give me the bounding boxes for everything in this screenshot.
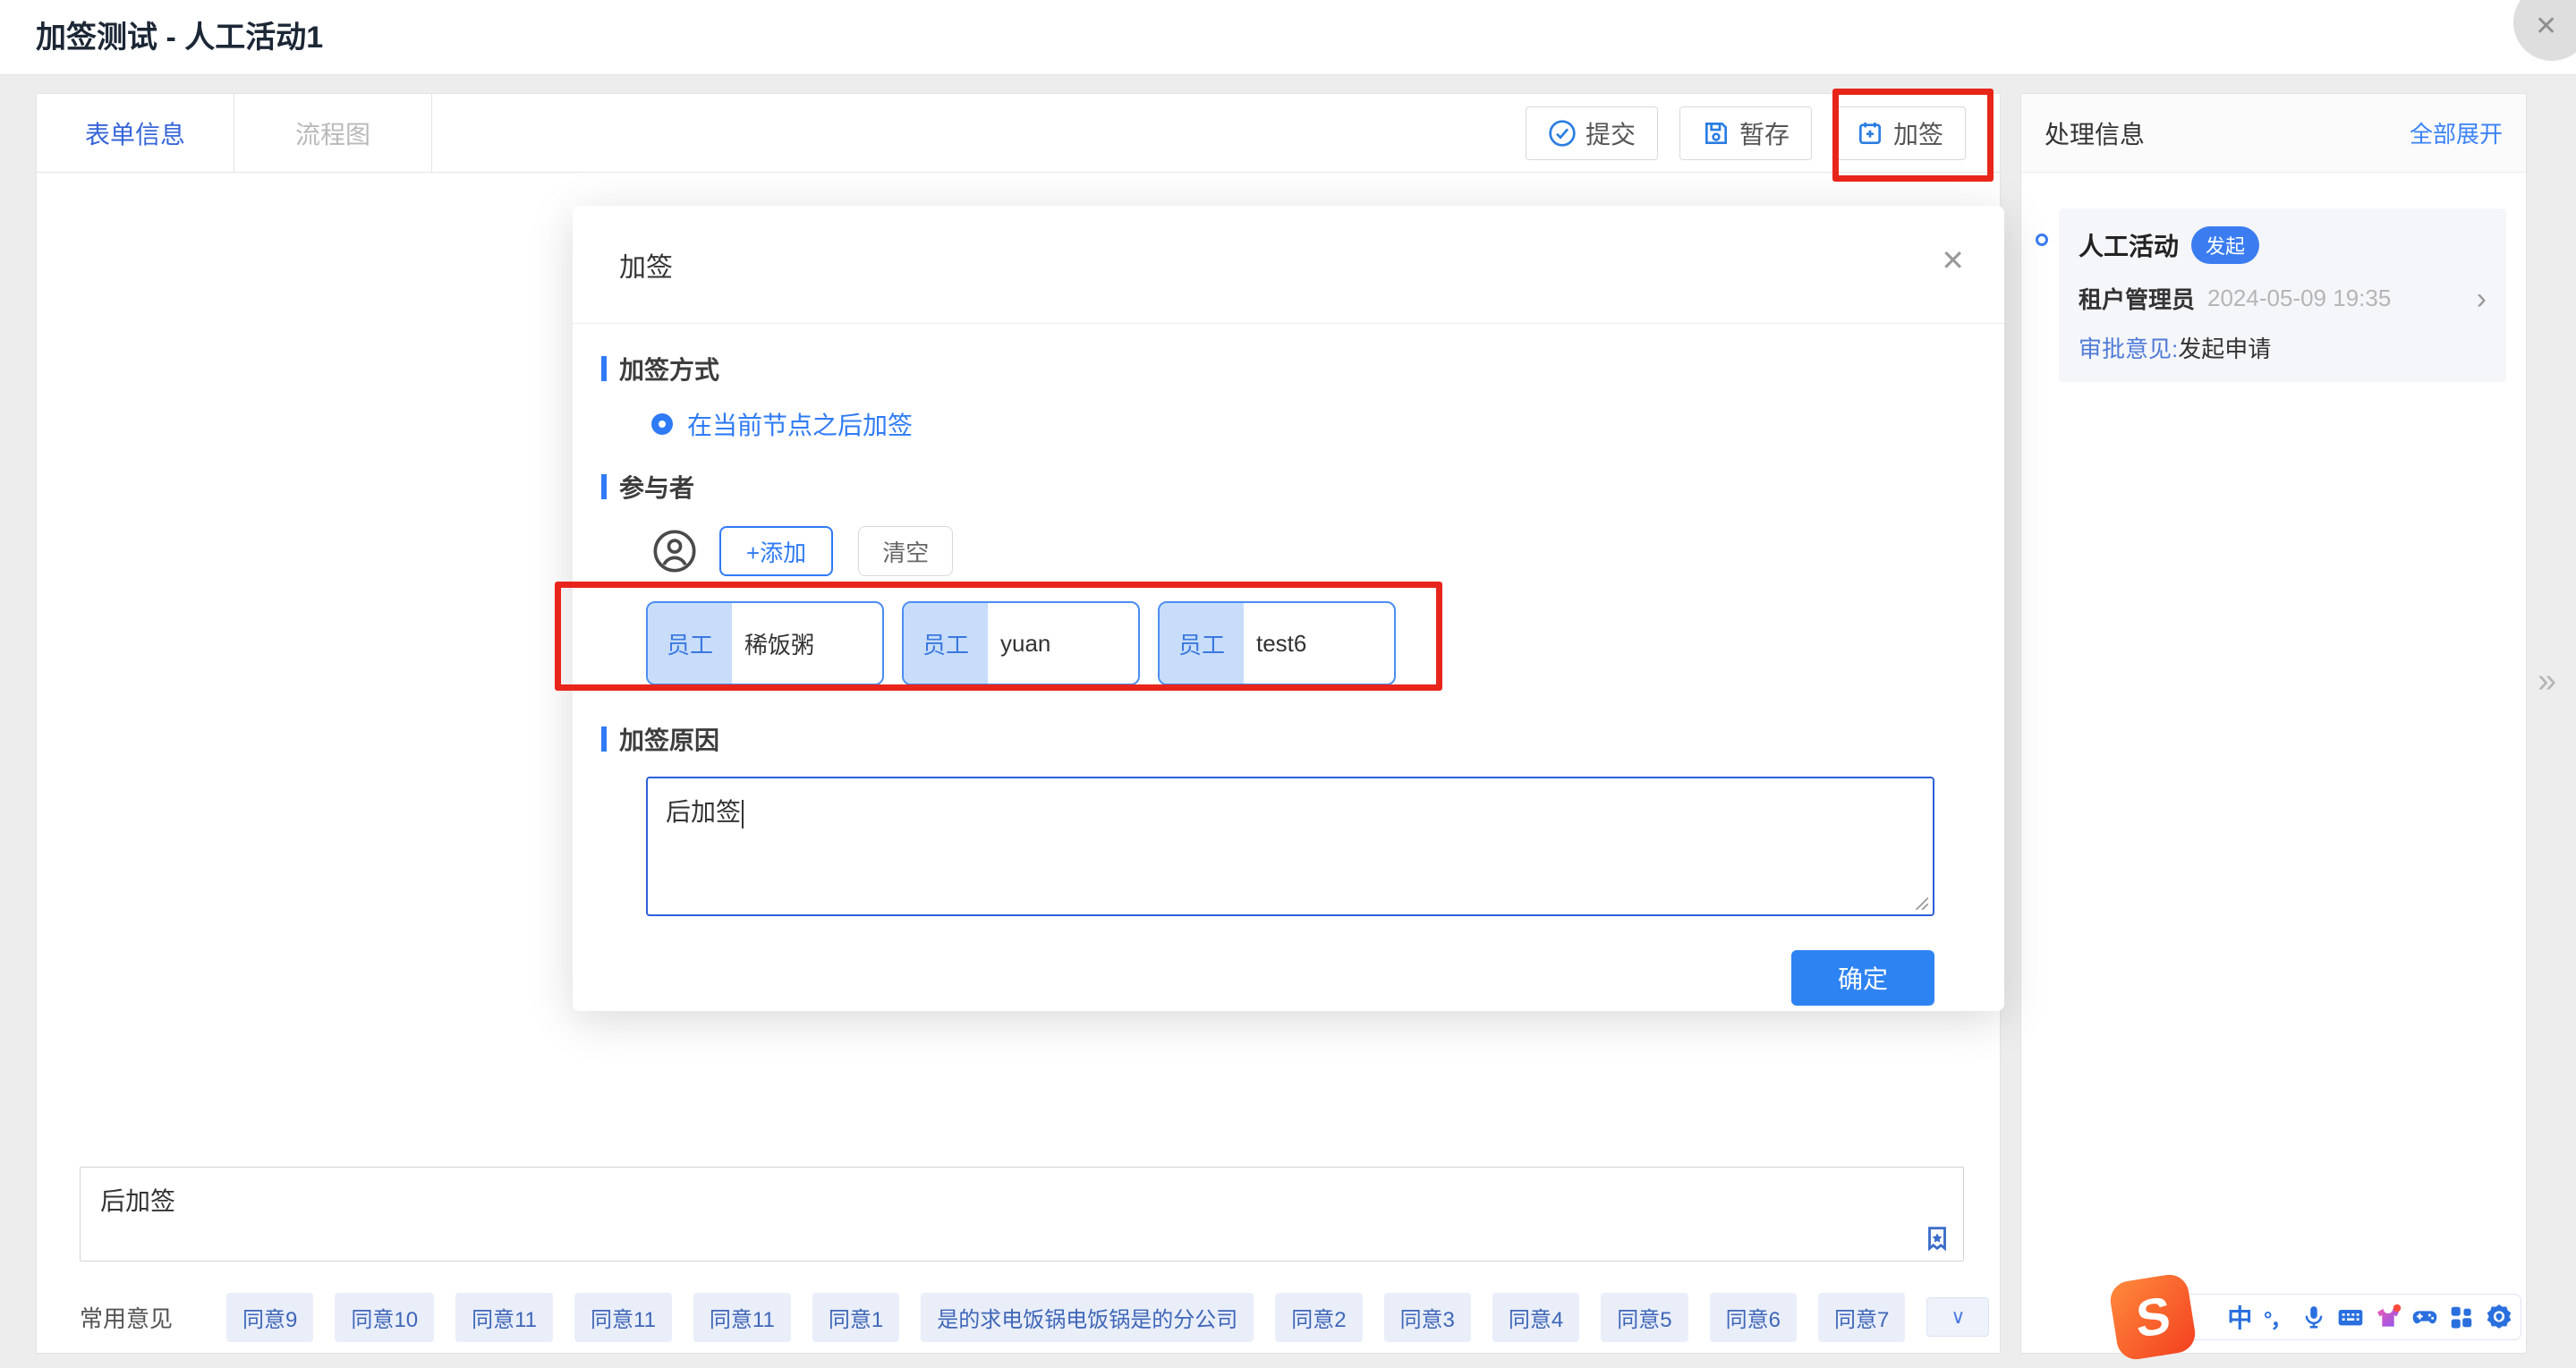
opinion-chip[interactable]: 同意10 [335, 1293, 434, 1342]
ime-toolbar: 中 °， [2165, 1294, 2521, 1340]
participant-chip[interactable]: 员工 test6 [1158, 601, 1396, 685]
timeline-card[interactable]: 人工活动 发起 租户管理员 2024-05-09 19:35 › 审批意见:发起… [2059, 208, 2506, 382]
check-circle-icon [1548, 119, 1577, 148]
opinion-chip[interactable]: 同意5 [1601, 1293, 1688, 1342]
window-titlebar: 加签测试 - 人工活动1 [0, 0, 2576, 75]
confirm-button[interactable]: 确定 [1791, 950, 1934, 1006]
save-icon [1702, 119, 1730, 148]
submit-button[interactable]: 提交 [1526, 106, 1658, 160]
chevron-right-icon[interactable]: › [2477, 287, 2487, 310]
timeline-item: 人工活动 发起 租户管理员 2024-05-09 19:35 › 审批意见:发起… [2036, 208, 2506, 382]
dialog-close-icon[interactable]: ✕ [1941, 243, 1965, 277]
opinion-chip[interactable]: 同意2 [1275, 1293, 1362, 1342]
timeline-user: 租户管理员 [2079, 282, 2195, 315]
chevron-down-icon: ∨ [1951, 1305, 1965, 1328]
add-participant-button[interactable]: +添加 [719, 526, 833, 576]
favorite-comments-icon[interactable] [1922, 1223, 1952, 1253]
section-bar [601, 726, 607, 752]
section-bar [601, 356, 607, 381]
toolbox-icon[interactable] [2484, 1302, 2514, 1332]
dialog-title: 加签 [619, 245, 673, 285]
reason-textarea[interactable]: 后加签 [646, 777, 1934, 916]
participant-chip[interactable]: 员工 yuan [902, 601, 1140, 685]
timeline-node-name: 人工活动 [2079, 227, 2179, 263]
chinese-mode-icon[interactable]: 中 [2224, 1302, 2255, 1332]
tab-form-info[interactable]: 表单信息 [37, 94, 234, 172]
process-info-title: 处理信息 [2045, 115, 2145, 151]
panel-collapse-icon[interactable]: » [2538, 662, 2556, 701]
close-icon: ✕ [2535, 11, 2557, 42]
tab-flow-chart[interactable]: 流程图 [234, 94, 432, 172]
process-info-header: 处理信息 全部展开 [2021, 94, 2526, 173]
reason-section-title: 加签原因 [619, 721, 719, 757]
skin-icon[interactable] [2373, 1302, 2403, 1332]
participant-chips: 员工 稀饭粥 员工 yuan 员工 test6 [646, 601, 1965, 685]
method-radio-option[interactable]: 在当前节点之后加签 [651, 406, 1965, 442]
method-section-title: 加签方式 [619, 351, 719, 387]
common-opinions-chips: 同意9 同意10 同意11 同意11 同意11 同意1 是的求电饭锅电饭锅是的分… [226, 1293, 1989, 1342]
clear-participants-button[interactable]: 清空 [858, 526, 953, 576]
common-opinions-label: 常用意见 [80, 1301, 173, 1334]
form-panel-header: 表单信息 流程图 提交 暂存 加签 [37, 94, 2000, 173]
status-badge: 发起 [2191, 226, 2259, 264]
reason-value: 后加签 [666, 798, 741, 826]
countersign-dialog: 加签 ✕ 加签方式 在当前节点之后加签 参与者 +添加 清空 员工 稀饭粥 员工 [573, 206, 2004, 1011]
add-sign-icon [1856, 119, 1884, 148]
opinion-chip[interactable]: 同意4 [1492, 1293, 1579, 1342]
opinion-chip[interactable]: 同意3 [1384, 1293, 1471, 1342]
timeline-time: 2024-05-09 19:35 [2207, 285, 2391, 312]
opinion-label: 审批意见: [2079, 336, 2178, 362]
resize-handle-icon[interactable] [1910, 892, 1930, 912]
sogou-logo[interactable]: S [2108, 1272, 2198, 1363]
window-title: 加签测试 - 人工活动1 [36, 0, 323, 75]
save-draft-button[interactable]: 暂存 [1679, 106, 1812, 160]
opinion-chip[interactable]: 同意7 [1818, 1293, 1905, 1342]
process-info-panel: 处理信息 全部展开 人工活动 发起 租户管理员 2024-05-09 19:35… [2020, 93, 2527, 1354]
games-icon[interactable] [2410, 1302, 2440, 1332]
approval-comment-value: 后加签 [100, 1182, 175, 1218]
countersign-button[interactable]: 加签 [1833, 106, 1966, 160]
opinion-chip[interactable]: 同意11 [574, 1293, 672, 1342]
timeline-dot-icon [2036, 234, 2048, 246]
opinion-chip[interactable]: 同意6 [1710, 1293, 1797, 1342]
microphone-icon[interactable] [2299, 1302, 2329, 1332]
person-icon [651, 528, 698, 574]
opinions-more-button[interactable]: ∨ [1926, 1297, 1989, 1337]
text-caret [742, 800, 744, 828]
participant-chip[interactable]: 员工 稀饭粥 [646, 601, 884, 685]
punctuation-icon[interactable]: °， [2262, 1302, 2292, 1332]
opinion-chip[interactable]: 是的求电饭锅电饭锅是的分公司 [921, 1293, 1254, 1342]
keyboard-icon[interactable] [2335, 1302, 2366, 1332]
opinion-chip[interactable]: 同意11 [455, 1293, 553, 1342]
section-bar [601, 474, 607, 499]
participants-section-title: 参与者 [619, 469, 694, 505]
expand-all-link[interactable]: 全部展开 [2410, 116, 2503, 149]
opinion-chip[interactable]: 同意1 [812, 1293, 899, 1342]
common-opinions-row: 常用意见 同意9 同意10 同意11 同意11 同意11 同意1 是的求电饭锅电… [80, 1291, 1964, 1343]
radio-selected-icon [651, 413, 673, 435]
opinion-chip[interactable]: 同意9 [226, 1293, 313, 1342]
opinion-chip[interactable]: 同意11 [693, 1293, 791, 1342]
apps-grid-icon[interactable] [2446, 1302, 2477, 1332]
opinion-text: 发起申请 [2178, 336, 2271, 362]
header-actions: 提交 暂存 加签 [1526, 94, 2000, 172]
approval-comment-box[interactable]: 后加签 [80, 1167, 1964, 1262]
